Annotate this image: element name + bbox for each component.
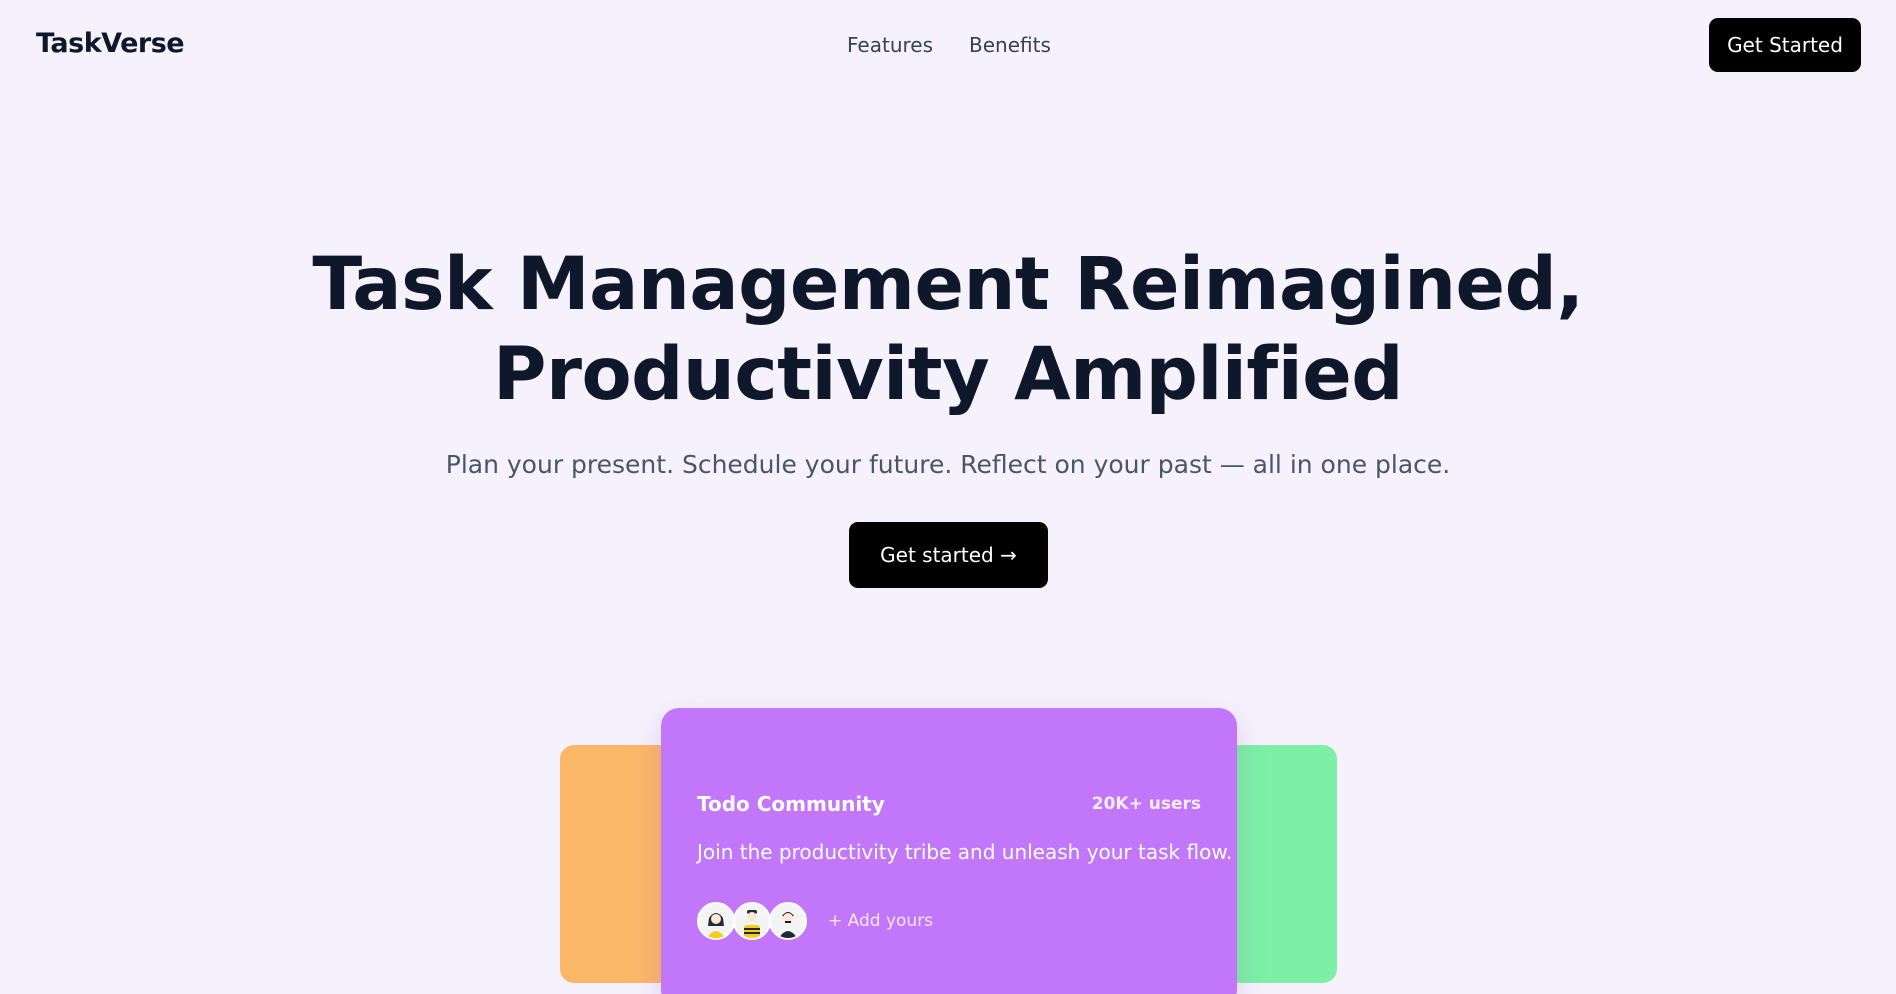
get-started-nav-button[interactable]: Get Started [1709,18,1861,72]
community-card: Todo Community 20K+ users Join the produ… [661,708,1237,994]
hero-section: Task Management Reimagined, Productivity… [0,240,1896,479]
add-yours-link[interactable]: + Add yours [828,911,933,931]
community-card-title: Todo Community [697,792,885,816]
hero-subheadline: Plan your present. Schedule your future.… [445,450,1451,479]
hero-headline: Task Management Reimagined, Productivity… [0,240,1896,420]
avatar-group [697,902,807,940]
hero-headline-line-1: Task Management Reimagined, [312,242,1584,327]
avatar-man-striped-icon [733,902,771,940]
nav-link-benefits[interactable]: Benefits [969,33,1051,57]
get-started-hero-button[interactable]: Get started → [849,522,1048,588]
avatar-man-dark-icon [769,902,807,940]
users-count-badge: 20K+ users [1091,794,1201,814]
nav-link-features[interactable]: Features [847,33,933,57]
community-card-description: Join the productivity tribe and unleash … [697,840,1233,864]
avatar-woman-yellow-icon [697,902,735,940]
nav-links: Features Benefits [847,33,1051,57]
top-navbar: TaskVerse Features Benefits Get Started [0,0,1896,94]
logo[interactable]: TaskVerse [36,28,185,59]
page: TaskVerse Features Benefits Get Started … [0,0,1896,994]
hero-headline-line-2: Productivity Amplified [493,332,1403,417]
